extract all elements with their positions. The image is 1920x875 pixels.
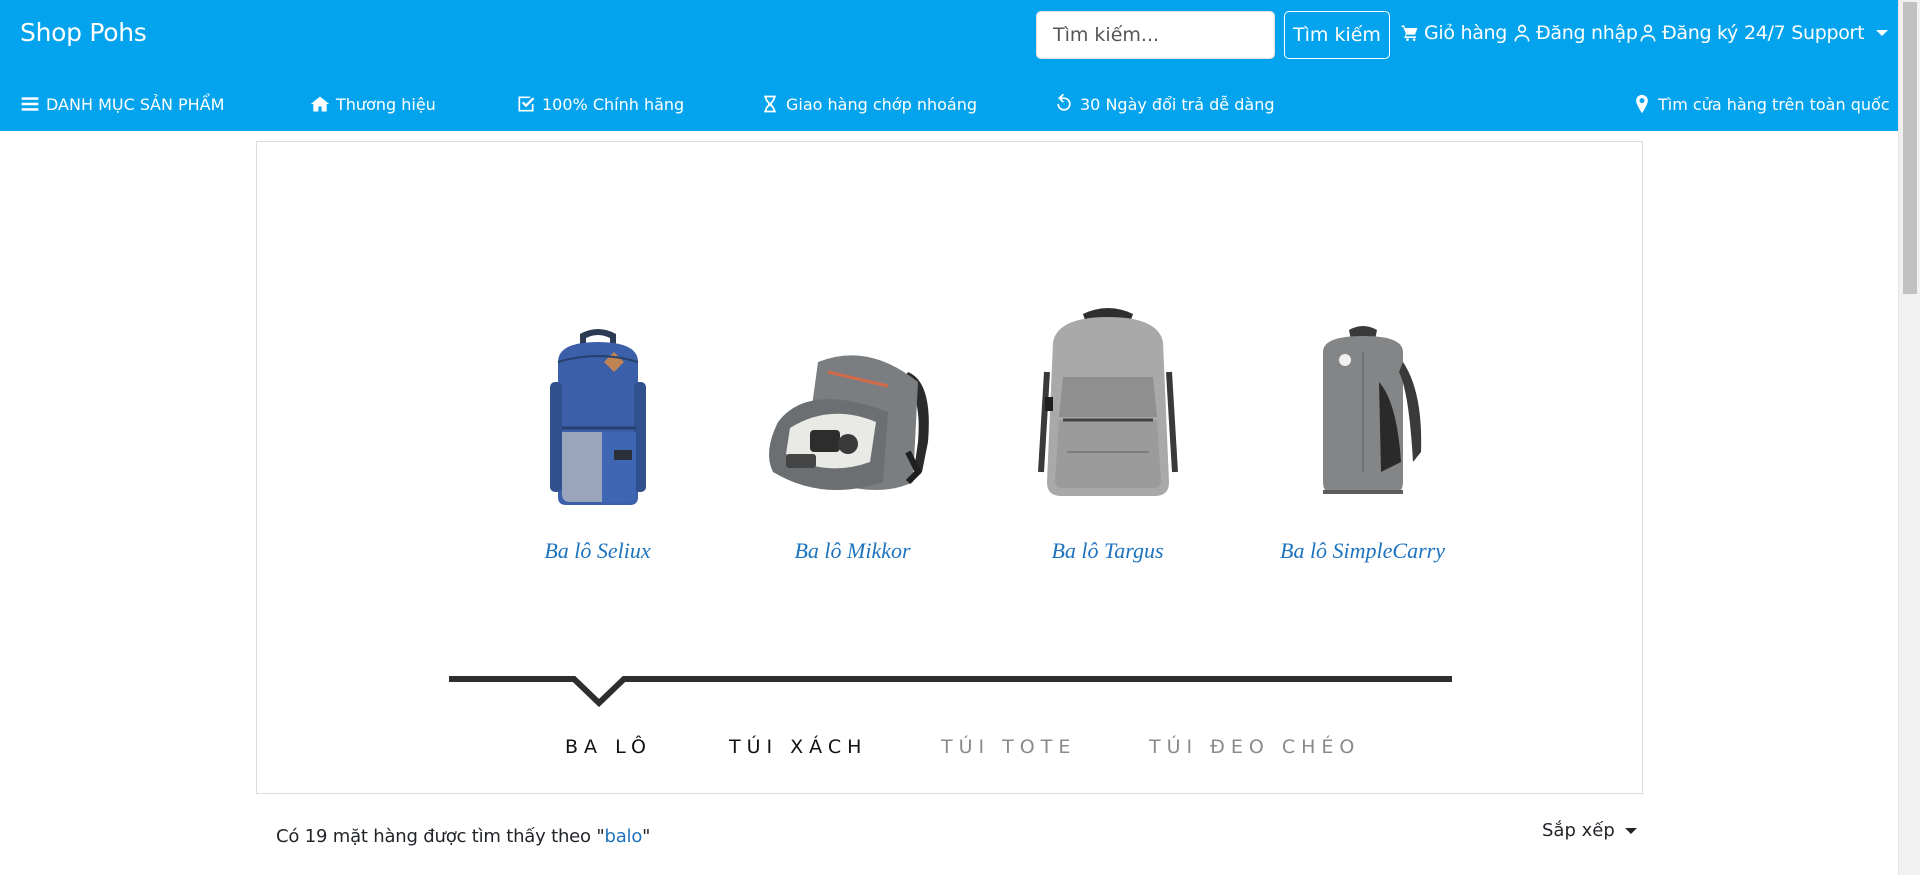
category-menu-toggle[interactable]: DANH MỤC SẢN PHẨM bbox=[20, 94, 224, 114]
caret-down-icon bbox=[1876, 30, 1889, 36]
store-locator-label: Tìm cửa hàng trên toàn quốc bbox=[1658, 94, 1890, 114]
tab-indicator-divider bbox=[449, 676, 1452, 708]
search-keyword: balo bbox=[604, 826, 643, 847]
category-banner: Ba lô Seliux Ba lô Mikkor Ba lô Targus B… bbox=[256, 141, 1643, 794]
genuine-label: 100% Chính hãng bbox=[542, 94, 685, 114]
brand-logo[interactable]: Shop Pohs bbox=[20, 18, 147, 47]
user-icon bbox=[1640, 24, 1656, 42]
cart-icon bbox=[1401, 25, 1418, 41]
support-dropdown[interactable]: 24/7 Support bbox=[1744, 22, 1889, 44]
tab-tui-xach[interactable]: TÚI XÁCH bbox=[729, 736, 867, 758]
undo-icon bbox=[1057, 94, 1071, 111]
camera-backpack-image[interactable] bbox=[750, 312, 955, 512]
cart-link[interactable]: Giỏ hàng bbox=[1400, 22, 1507, 44]
genuine-link[interactable]: 100% Chính hãng bbox=[516, 94, 684, 114]
search-results-count: Có 19 mặt hàng được tìm thấy theo "balo" bbox=[276, 826, 650, 847]
banner-product[interactable]: Ba lô Targus bbox=[1005, 308, 1210, 564]
user-icon bbox=[1514, 24, 1530, 42]
search-input[interactable] bbox=[1036, 11, 1275, 59]
store-locator-link[interactable]: Tìm cửa hàng trên toàn quốc bbox=[1632, 94, 1890, 114]
scrollbar-thumb[interactable] bbox=[1903, 2, 1917, 294]
caret-down-icon bbox=[1624, 827, 1637, 834]
home-icon bbox=[310, 96, 330, 112]
login-label: Đăng nhập bbox=[1536, 22, 1638, 44]
product-name[interactable]: Ba lô Seliux bbox=[495, 538, 700, 564]
product-name[interactable]: Ba lô Mikkor bbox=[750, 538, 955, 564]
sort-dropdown[interactable]: Sắp xếp bbox=[1542, 820, 1637, 841]
grey-slim-backpack-image[interactable] bbox=[1260, 312, 1465, 512]
search-button[interactable]: Tìm kiếm bbox=[1284, 11, 1390, 59]
delivery-label: Giao hàng chớp nhoáng bbox=[786, 94, 977, 114]
tab-tui-deo-cheo[interactable]: TÚI ĐEO CHÉO bbox=[1149, 736, 1360, 758]
category-menu-label: DANH MỤC SẢN PHẨM bbox=[46, 94, 225, 114]
banner-product[interactable]: Ba lô Mikkor bbox=[750, 312, 955, 564]
grey-laptop-backpack-image[interactable] bbox=[1005, 308, 1210, 512]
returns-label: 30 Ngày đổi trả dễ dàng bbox=[1080, 94, 1275, 114]
blue-backpack-image[interactable] bbox=[495, 312, 700, 512]
returns-link[interactable]: 30 Ngày đổi trả dễ dàng bbox=[1054, 94, 1275, 114]
banner-product[interactable]: Ba lô SimpleCarry bbox=[1260, 312, 1465, 564]
tab-tui-tote[interactable]: TÚI TOTE bbox=[941, 736, 1076, 758]
cart-label: Giỏ hàng bbox=[1424, 22, 1508, 44]
hourglass-icon bbox=[764, 95, 776, 113]
tab-balo[interactable]: BA LÔ bbox=[565, 736, 652, 758]
login-link[interactable]: Đăng nhập bbox=[1512, 22, 1638, 44]
product-name[interactable]: Ba lô Targus bbox=[1005, 538, 1210, 564]
top-navbar: Shop Pohs Tìm kiếm Giỏ hàng Đăng nhập Đă… bbox=[0, 0, 1898, 131]
product-name[interactable]: Ba lô SimpleCarry bbox=[1260, 538, 1465, 564]
map-marker-icon bbox=[1636, 94, 1648, 114]
check-square-icon bbox=[518, 96, 535, 112]
hamburger-icon bbox=[21, 97, 39, 111]
delivery-link[interactable]: Giao hàng chớp nhoáng bbox=[760, 94, 977, 114]
results-suffix: " bbox=[642, 826, 651, 847]
register-label: Đăng ký bbox=[1662, 22, 1738, 44]
support-label: 24/7 Support bbox=[1744, 22, 1865, 44]
banner-product[interactable]: Ba lô Seliux bbox=[495, 312, 700, 564]
category-bar: DANH MỤC SẢN PHẨM Thương hiệu 100% Chính… bbox=[0, 84, 1898, 126]
brands-label: Thương hiệu bbox=[336, 94, 436, 114]
brands-link[interactable]: Thương hiệu bbox=[310, 94, 436, 114]
page-scrollbar[interactable] bbox=[1898, 0, 1920, 875]
results-prefix: Có 19 mặt hàng được tìm thấy theo " bbox=[276, 826, 605, 847]
sort-label: Sắp xếp bbox=[1542, 820, 1615, 841]
register-link[interactable]: Đăng ký bbox=[1638, 22, 1738, 44]
